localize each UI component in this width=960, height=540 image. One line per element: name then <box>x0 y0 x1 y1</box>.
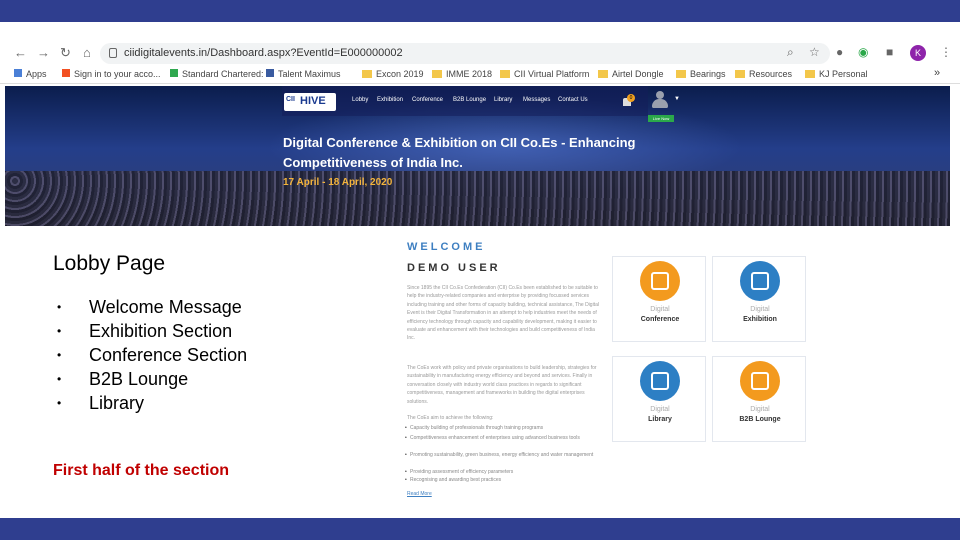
folder-icon <box>598 70 608 78</box>
top-accent-bar <box>0 0 960 22</box>
handshake-icon <box>740 361 780 401</box>
folder-icon <box>805 70 815 78</box>
live-badge[interactable]: Live Now <box>648 115 674 122</box>
back-arrow-icon[interactable]: ← <box>14 46 27 60</box>
folder-icon <box>735 70 745 78</box>
welcome-paragraph: The CoEs aim to achieve the following: <box>407 415 494 421</box>
site-nav: CII HIVE Lobby Exhibition Conference B2B… <box>282 86 648 116</box>
nav-exhibition[interactable]: Exhibition <box>377 97 403 103</box>
caret-down-icon[interactable]: ▼ <box>674 96 680 102</box>
welcome-heading: WELCOME <box>407 241 486 253</box>
nav-messages[interactable]: Messages <box>523 97 550 103</box>
bookmark-apps[interactable]: Apps <box>14 69 47 79</box>
nav-lobby[interactable]: Lobby <box>352 97 368 103</box>
read-more-link[interactable]: Read More <box>407 491 432 497</box>
apps-grid-icon <box>14 69 22 77</box>
nav-library[interactable]: Library <box>494 97 512 103</box>
slide: ← → ↻ ⌂ ciidigitalevents.in/Dashboard.as… <box>0 0 960 540</box>
extension-icon-2[interactable]: ■ <box>886 45 893 59</box>
bookmark-folder[interactable]: Bearings <box>676 69 726 79</box>
goal-item: Recognising and awarding best practices <box>405 477 600 484</box>
forward-arrow-icon[interactable]: → <box>37 46 50 60</box>
bullet-item: • Exhibition Section <box>57 321 233 341</box>
more-bookmarks-icon[interactable]: » <box>934 67 940 79</box>
footer-note: First half of the section <box>53 462 230 479</box>
user-head <box>656 91 664 99</box>
bank-icon <box>170 69 178 77</box>
bookmark-folder[interactable]: KJ Personal <box>805 69 868 79</box>
browser-address-row: ← → ↻ ⌂ ciidigitalevents.in/Dashboard.as… <box>0 40 960 66</box>
home-icon[interactable]: ⌂ <box>83 46 91 60</box>
bullet-item: • Library <box>57 393 145 413</box>
url-text: ciidigitalevents.in/Dashboard.aspx?Event… <box>124 47 403 59</box>
library-icon <box>640 361 680 401</box>
microsoft-icon <box>62 69 70 77</box>
exhibition-icon <box>740 261 780 301</box>
reload-icon[interactable]: ↻ <box>60 46 71 60</box>
welcome-paragraph: The CoEs work with policy and private or… <box>407 365 597 405</box>
card-b2b-lounge[interactable]: Digital B2B Lounge <box>712 356 806 442</box>
bullet-item: • B2B Lounge <box>57 369 189 389</box>
bookmark-folder[interactable]: Airtel Dongle <box>598 69 664 79</box>
goal-item: Competitiveness enhancement of enterpris… <box>405 435 600 442</box>
bullet-item: • Conference Section <box>57 345 248 365</box>
slide-title: Lobby Page <box>53 252 166 275</box>
bookmarks-bar: Apps Sign in to your acco... Standard Ch… <box>0 66 960 84</box>
user-icon[interactable] <box>652 91 668 109</box>
card-exhibition[interactable]: Digital Exhibition <box>712 256 806 342</box>
hive-logo[interactable]: CII HIVE <box>284 93 336 111</box>
profile-avatar[interactable]: K <box>910 45 926 61</box>
card-conference[interactable]: Digital Conference <box>612 256 706 342</box>
goal-item: Promoting sustainability, green business… <box>405 452 600 459</box>
folder-icon <box>676 70 686 78</box>
notification-badge: 0 <box>627 94 635 102</box>
nav-contact-us[interactable]: Contact Us <box>558 97 588 103</box>
bullet-list: • Welcome Message • Exhibition Section • Co… <box>53 295 247 415</box>
audience-image <box>5 171 950 226</box>
user-name: DEMO USER <box>407 262 501 274</box>
user-body <box>652 99 668 108</box>
card-library[interactable]: Digital Library <box>612 356 706 442</box>
menu-dots-icon[interactable]: ⋮ <box>940 45 952 59</box>
talent-icon <box>266 69 274 77</box>
folder-icon <box>432 70 442 78</box>
address-bar[interactable]: ciidigitalevents.in/Dashboard.aspx?Event… <box>100 43 830 64</box>
bottom-accent-bar <box>0 518 960 540</box>
bookmark-folder[interactable]: Excon 2019 <box>362 69 424 79</box>
bullet-item: • Welcome Message <box>57 297 242 317</box>
bookmark-folder[interactable]: IMME 2018 <box>432 69 492 79</box>
banner-title: Digital Conference & Exhibition on CII C… <box>283 135 636 170</box>
folder-icon <box>500 70 510 78</box>
extension-icon[interactable]: ● <box>836 45 843 59</box>
search-icon[interactable]: ⌕ <box>787 45 794 60</box>
bookmark-item[interactable]: Sign in to your acco... <box>62 69 161 79</box>
conference-icon <box>640 261 680 301</box>
goal-item: Providing assessment of efficiency param… <box>405 469 600 476</box>
nav-b2b-lounge[interactable]: B2B Lounge <box>453 97 486 103</box>
nav-conference[interactable]: Conference <box>412 97 443 103</box>
bookmark-folder[interactable]: CII Virtual Platform <box>500 69 589 79</box>
banner-date: 17 April - 18 April, 2020 <box>283 177 393 188</box>
bookmark-item[interactable]: Talent Maximus <box>266 69 341 79</box>
lock-icon <box>109 48 117 58</box>
bookmark-folder[interactable]: Resources <box>735 69 792 79</box>
goal-item: Capacity building of professionals throu… <box>405 425 600 432</box>
bookmark-item[interactable]: Standard Chartered: <box>170 69 264 79</box>
folder-icon <box>362 70 372 78</box>
event-banner: CII HIVE Lobby Exhibition Conference B2B… <box>5 86 950 226</box>
star-icon[interactable]: ☆ <box>809 45 820 59</box>
welcome-paragraph: Since 1895 the CII Co.Es Confederation (… <box>407 285 599 342</box>
grammarly-icon[interactable]: ◉ <box>858 45 868 59</box>
